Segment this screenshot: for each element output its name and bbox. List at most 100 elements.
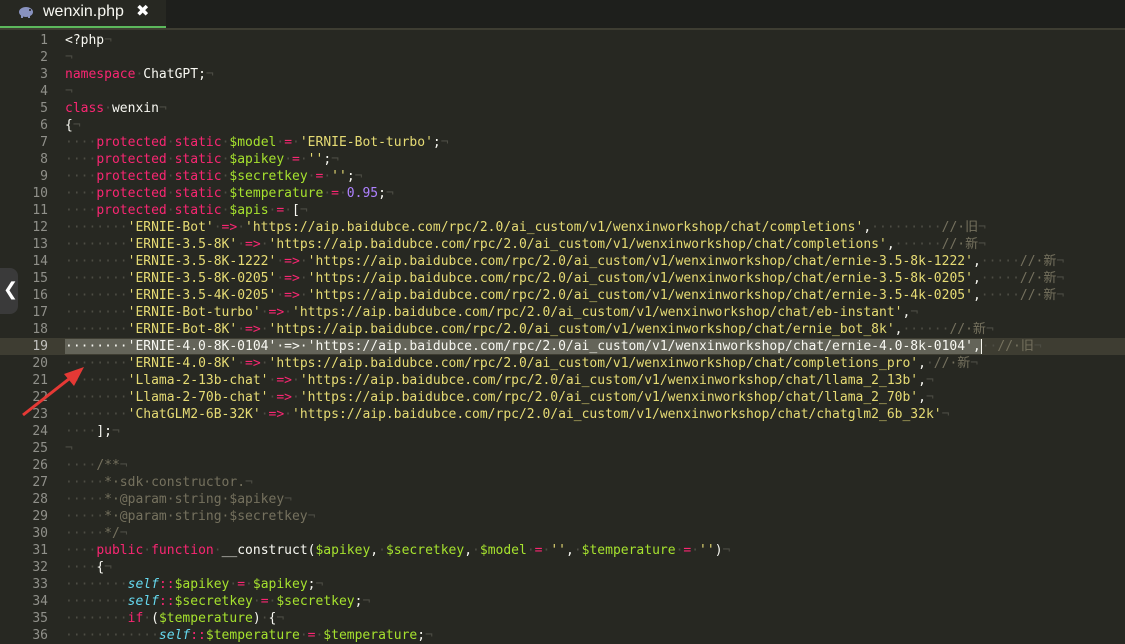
- code-line[interactable]: 7 ····protected·static·$model·=·'ERNIE-Bo…: [0, 134, 1125, 151]
- code-token: =>: [284, 254, 300, 269]
- code-token: 'Llama-2-70b-chat': [127, 390, 269, 405]
- code-line[interactable]: 29 ·····*·@param·string·$secretkey¬: [0, 508, 1125, 525]
- code-token: ····: [65, 203, 97, 218]
- code-token: ·: [245, 577, 253, 592]
- code-line[interactable]: 8 ····protected·static·$apikey·=·'';¬: [0, 151, 1125, 168]
- code-line[interactable]: 32 ····{¬: [0, 559, 1125, 576]
- code-token: =: [260, 594, 269, 609]
- line-number: 24: [32, 424, 48, 439]
- code-token: ¬: [276, 611, 285, 626]
- code-token: ·····: [65, 509, 105, 524]
- code-token: class: [65, 101, 105, 116]
- line-number: 18: [32, 322, 48, 337]
- code-token: ¬: [104, 33, 112, 48]
- code-token: ::: [158, 577, 175, 592]
- collapse-panel-button[interactable]: ❮: [0, 268, 18, 314]
- code-text: ········'ChatGLM2-6B-32K'·=>·'https://ai…: [65, 406, 949, 423]
- code-line[interactable]: 34 ········self::$secretkey·=·$secretkey;…: [0, 593, 1125, 610]
- code-line[interactable]: 2 ¬: [0, 49, 1125, 66]
- code-line[interactable]: 21 ········'Llama-2-13b-chat'·=>·'https:/…: [0, 372, 1125, 389]
- code-token: 'ERNIE-Bot-turbo': [299, 135, 433, 150]
- code-token: ];: [96, 424, 112, 439]
- code-line[interactable]: 13 ········'ERNIE-3.5-8K'·=>·'https://aip…: [0, 236, 1125, 253]
- code-token: {: [65, 118, 73, 133]
- code-line[interactable]: 31 ····public·function·__construct($apike…: [0, 542, 1125, 559]
- code-token: =: [292, 152, 300, 167]
- code-token: 'https://aip.baidubce.com/rpc/2.0/ai_cus…: [307, 288, 973, 303]
- code-line[interactable]: 17 ········'ERNIE-Bot-turbo'·=>·'https://…: [0, 304, 1125, 321]
- code-token: ¬: [722, 543, 731, 558]
- code-token: $model: [479, 543, 527, 558]
- code-token: ,: [972, 288, 981, 303]
- code-token: ·: [104, 101, 112, 116]
- code-line[interactable]: 25 ¬: [0, 440, 1125, 457]
- code-text: ····protected·static·$secretkey·=·'';¬: [65, 168, 362, 185]
- code-token: ): [252, 611, 261, 626]
- code-token: 'ChatGLM2-6B-32K': [127, 407, 261, 422]
- code-line[interactable]: 26 ····/**¬: [0, 457, 1125, 474]
- code-token: ········: [65, 356, 128, 371]
- code-line[interactable]: 12 ········'ERNIE-Bot'·=>·'https://aip.ba…: [0, 219, 1125, 236]
- code-text: ········'ERNIE-Bot-8K'·=>·'https://aip.b…: [65, 321, 994, 338]
- code-line[interactable]: 18 ········'ERNIE-Bot-8K'·=>·'https://aip…: [0, 321, 1125, 338]
- close-icon[interactable]: ✖: [136, 0, 149, 22]
- code-line[interactable]: 1 <?php¬: [0, 32, 1125, 49]
- tab-wenxin-php[interactable]: wenxin.php ✖: [0, 0, 166, 28]
- code-line[interactable]: 27 ·····*·sdk·constructor.¬: [0, 474, 1125, 491]
- code-line[interactable]: 14 ········'ERNIE-3.5-8K-1222'·=>·'https:…: [0, 253, 1125, 270]
- code-text: ········'ERNIE-Bot-turbo'·=>·'https://ai…: [65, 304, 918, 321]
- code-token: ¬: [385, 186, 394, 201]
- code-line[interactable]: 22 ········'Llama-2-70b-chat'·=>·'https:/…: [0, 389, 1125, 406]
- code-line[interactable]: 4 ¬: [0, 83, 1125, 100]
- code-token: ·: [237, 237, 246, 252]
- code-token: ,: [863, 220, 872, 235]
- code-line[interactable]: 19 ········'ERNIE-4.0-8K-0104'·=>·'https:…: [0, 338, 1125, 355]
- code-token: ········: [65, 237, 128, 252]
- code-line[interactable]: 16 ········'ERNIE-3.5-4K-0205'·=>·'https:…: [0, 287, 1125, 304]
- code-text: ········'ERNIE-3.5-8K-0205'·=>·'https://…: [65, 270, 1064, 287]
- code-line[interactable]: 28 ·····*·@param·string·$apikey¬: [0, 491, 1125, 508]
- code-line[interactable]: 30 ·····*/¬: [0, 525, 1125, 542]
- code-line[interactable]: 3 namespace·ChatGPT;¬: [0, 66, 1125, 83]
- code-token: ····: [65, 458, 97, 473]
- code-token: ········: [65, 407, 128, 422]
- code-token: ·: [276, 271, 285, 286]
- code-token: ·: [166, 169, 175, 184]
- code-token: ¬: [354, 169, 363, 184]
- code-token: 'https://aip.baidubce.com/rpc/2.0/ai_cus…: [268, 237, 887, 252]
- code-line[interactable]: 10 ····protected·static·$temperature·=·0.…: [0, 185, 1125, 202]
- line-number: 33: [32, 577, 48, 592]
- code-token: $apikey: [229, 152, 285, 167]
- code-editor[interactable]: 1 <?php¬ 2 ¬ 3 namespace·ChatGPT;¬ 4 ¬ 5 class·we…: [0, 30, 1125, 643]
- code-line[interactable]: 9 ····protected·static·$secretkey·=·'';¬: [0, 168, 1125, 185]
- code-token: ·: [925, 356, 934, 371]
- code-token: ·: [573, 543, 582, 558]
- code-token: ·: [166, 186, 175, 201]
- code-token: ········: [65, 373, 128, 388]
- code-token: $apikey: [315, 543, 371, 558]
- code-line[interactable]: 11 ····protected·static·$apis·=·[¬: [0, 202, 1125, 219]
- code-token: static: [174, 135, 222, 150]
- code-token: $secretkey: [174, 594, 253, 609]
- code-line[interactable]: 24 ····];¬: [0, 423, 1125, 440]
- code-token: ¬: [307, 509, 316, 524]
- code-line[interactable]: 23 ········'ChatGLM2-6B-32K'·=>·'https://…: [0, 406, 1125, 423]
- code-line[interactable]: 15 ········'ERNIE-3.5-8K-0205'·=>·'https:…: [0, 270, 1125, 287]
- code-token: ········: [65, 271, 128, 286]
- code-token: ::: [190, 628, 206, 643]
- code-token: 'ERNIE-Bot-8K': [127, 322, 238, 337]
- code-token: =: [307, 628, 316, 643]
- code-line[interactable]: 6 {¬: [0, 117, 1125, 134]
- code-line[interactable]: 35 ········if·($temperature)·{¬: [0, 610, 1125, 627]
- code-text: ········self::$secretkey·=·$secretkey;¬: [65, 593, 370, 610]
- code-line[interactable]: 5 class·wenxin¬: [0, 100, 1125, 117]
- code-text: namespace·ChatGPT;¬: [65, 66, 214, 83]
- code-line[interactable]: 20 ········'ERNIE-4.0-8K'·=>·'https://aip…: [0, 355, 1125, 372]
- line-number: 35: [32, 611, 48, 626]
- code-token: ¬: [331, 152, 339, 167]
- code-token: ······: [902, 322, 950, 337]
- code-text: ····protected·static·$model·=·'ERNIE-Bot…: [65, 134, 449, 151]
- code-line[interactable]: 33 ········self::$apikey·=·$apikey;¬: [0, 576, 1125, 593]
- code-token: =>: [276, 390, 292, 405]
- code-token: ····: [65, 152, 97, 167]
